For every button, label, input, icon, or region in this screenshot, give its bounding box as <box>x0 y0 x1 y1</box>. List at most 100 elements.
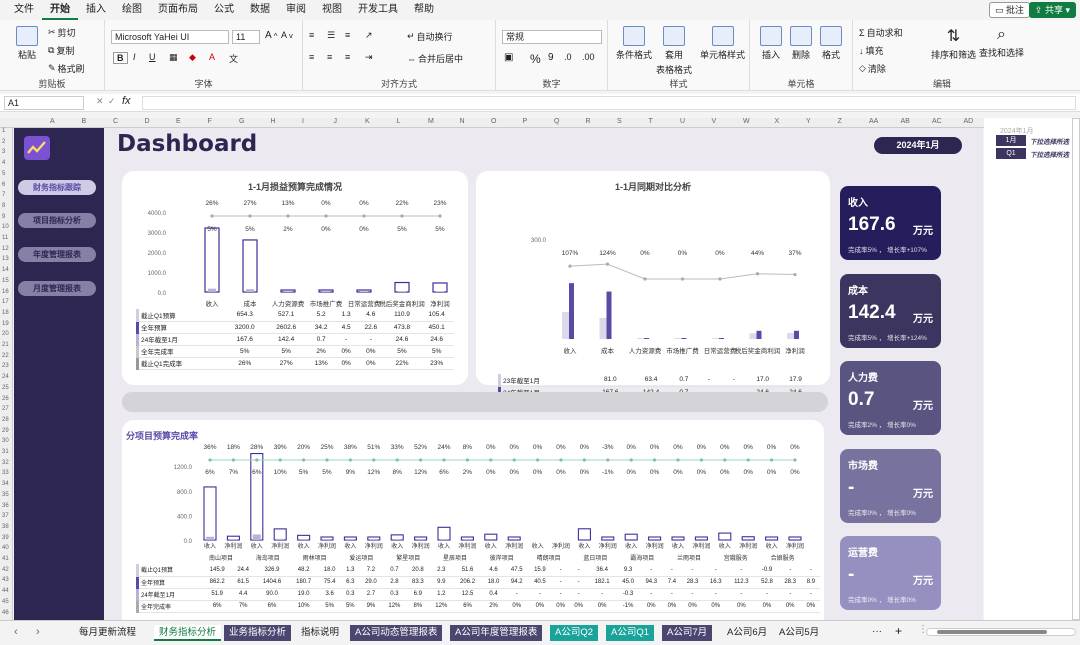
table-cell: - <box>778 588 802 601</box>
cut-button[interactable]: ✂ 剪切 <box>48 26 76 39</box>
font-name-select[interactable]: Microsoft YaHei UI <box>111 30 229 44</box>
menu-tab-10[interactable]: 帮助 <box>406 0 442 20</box>
full-year-bar <box>204 227 220 293</box>
share-button[interactable]: ⇪ 共享 ▾ <box>1028 2 1076 18</box>
conditional-format-button[interactable]: 条件格式 <box>616 26 652 61</box>
menu-tab-9[interactable]: 开发工具 <box>350 0 406 20</box>
align-left-icon[interactable]: ≡ <box>309 52 314 62</box>
format-painter-button[interactable]: ✎ 格式刷 <box>48 62 85 75</box>
sheet-tab[interactable]: A公司年度管理报表 <box>450 625 543 641</box>
add-sheet-button[interactable]: + <box>895 624 902 638</box>
bold-button[interactable]: B <box>113 52 128 64</box>
menu-tab-6[interactable]: 数据 <box>242 0 278 20</box>
clear-button[interactable]: ◇ 清除 <box>859 62 886 75</box>
horizontal-scroll-thumb[interactable] <box>937 630 1047 634</box>
nav-annual-report[interactable]: 年度管理报表 <box>18 247 96 262</box>
insert-cells-button[interactable]: 插入 <box>760 26 782 61</box>
align-middle-icon[interactable]: ☰ <box>327 30 335 41</box>
underline-button[interactable]: U <box>149 52 156 62</box>
menu-tab-5[interactable]: 公式 <box>206 0 242 20</box>
kpi-card[interactable]: 市场费 - 万元 完成率0% ， 增长率0% <box>840 448 941 523</box>
nav-project-analysis[interactable]: 项目指标分析 <box>18 213 96 228</box>
delete-cells-button[interactable]: 删除 <box>790 26 812 61</box>
align-center-icon[interactable]: ≡ <box>327 52 332 62</box>
autosum-button[interactable]: Σ 自动求和 <box>859 26 903 39</box>
month-filter[interactable]: 1月 <box>996 135 1026 146</box>
border-icon[interactable]: ▦ <box>169 52 178 63</box>
horizontal-scrollbar[interactable] <box>926 628 1076 636</box>
sheet-tab[interactable]: A公司Q2 <box>550 625 599 641</box>
next-sheet-icon[interactable]: › <box>36 626 40 638</box>
orientation-icon[interactable]: ↗ <box>365 30 373 41</box>
paste-button[interactable]: 粘贴 <box>16 26 38 61</box>
comment-button[interactable]: ▭ 批注 <box>988 2 1030 18</box>
format-as-table-button[interactable]: 套用 表格格式 <box>656 26 692 76</box>
menu-tab-3[interactable]: 绘图 <box>114 0 150 20</box>
decrease-font-button[interactable]: Av <box>281 30 293 40</box>
actual-bar <box>206 536 214 540</box>
percent-icon[interactable]: % <box>530 52 541 66</box>
confirm-icon[interactable]: ✓ <box>108 96 116 107</box>
menu-tab-0[interactable]: 文件 <box>6 0 42 20</box>
find-select-button[interactable]: ⌕ 查找和选择 <box>979 26 1024 59</box>
formula-input[interactable] <box>142 96 1076 110</box>
menu-tab-2[interactable]: 插入 <box>78 0 114 20</box>
sheet-tab[interactable]: A公司5月 <box>774 625 824 641</box>
function-icon[interactable]: fx <box>122 95 131 107</box>
sheet-tab[interactable]: A公司6月 <box>722 625 772 641</box>
nav-finance-tracking[interactable]: 财务指标跟踪 <box>18 180 96 195</box>
curr-year-bar <box>794 330 799 339</box>
format-cells-button[interactable]: 格式 <box>820 26 842 61</box>
sheet-tab[interactable]: 每月更新流程 <box>74 625 141 641</box>
month-filter-note: 下拉选择所选 <box>1030 139 1069 146</box>
indent-icon[interactable]: ⇥ <box>365 52 373 63</box>
vertical-scrollbar[interactable] <box>1072 118 1080 620</box>
nav-monthly-report[interactable]: 月度管理报表 <box>18 281 96 296</box>
right-cells: 2024年1月 1月 下拉选择所选 Q1 下拉选择所选 <box>984 118 1080 620</box>
row-header: 19 <box>2 320 9 327</box>
sheet-tab[interactable]: A公司动态管理报表 <box>350 625 443 641</box>
name-box[interactable]: A1 <box>4 96 84 110</box>
font-color-icon[interactable]: A <box>209 52 215 62</box>
prev-sheet-icon[interactable]: ‹ <box>14 626 18 638</box>
cell-styles-button[interactable]: 单元格样式 <box>700 26 745 61</box>
kpi-card[interactable]: 收入 167.6 万元 完成率5% ， 增长率+107% <box>840 186 941 260</box>
project-label: 雨林项目 <box>303 554 327 562</box>
menu-tab-1[interactable]: 开始 <box>42 1 78 20</box>
cancel-icon[interactable]: ✕ <box>96 96 104 107</box>
sheet-tab[interactable]: 业务指标分析 <box>224 625 292 641</box>
q1-rate-label: 0% <box>650 444 660 451</box>
quarter-filter[interactable]: Q1 <box>996 148 1026 159</box>
wrap-text-button[interactable]: ↵ 自动换行 <box>407 30 453 43</box>
fill-color-icon[interactable]: ◆ <box>189 52 196 63</box>
increase-decimal-icon[interactable]: .0 <box>564 52 572 62</box>
number-format-select[interactable]: 常规 <box>502 30 602 44</box>
kpi-card[interactable]: 人力费 0.7 万元 完成率2% ， 增长率0% <box>840 361 941 435</box>
align-right-icon[interactable]: ≡ <box>345 52 350 62</box>
italic-button[interactable]: I <box>133 52 136 62</box>
font-size-select[interactable]: 11 <box>232 30 260 44</box>
table-cell: 90.0 <box>254 588 290 601</box>
sheet-tab[interactable]: A公司Q1 <box>606 625 655 641</box>
sheet-tab[interactable]: A公司7月 <box>662 625 713 641</box>
currency-icon[interactable]: ▣ <box>504 52 513 63</box>
more-sheets-button[interactable]: ··· <box>872 626 882 637</box>
sort-filter-button[interactable]: ⇅ 排序和筛选 <box>931 26 976 61</box>
comma-icon[interactable]: 9 <box>548 52 554 63</box>
copy-button[interactable]: ⧉ 复制 <box>48 44 74 57</box>
phonetic-icon[interactable]: 文 <box>229 52 238 65</box>
kpi-card[interactable]: 运营费 - 万元 完成率0% ， 增长率0% <box>840 536 941 610</box>
align-top-icon[interactable]: ≡ <box>309 30 314 40</box>
menu-tab-8[interactable]: 视图 <box>314 0 350 20</box>
sheet-tab[interactable]: 财务指标分析 <box>154 625 222 641</box>
decrease-decimal-icon[interactable]: .00 <box>582 52 595 62</box>
merge-center-button[interactable]: ⇔ 合并后居中 <box>407 52 463 65</box>
fill-button[interactable]: ↓ 填充 <box>859 44 884 57</box>
date-selector[interactable]: 2024年1月 <box>874 137 962 154</box>
menu-tab-7[interactable]: 审阅 <box>278 0 314 20</box>
sheet-tab[interactable]: 指标说明 <box>296 625 344 641</box>
increase-font-button[interactable]: A ^ <box>265 30 278 41</box>
menu-tab-4[interactable]: 页面布局 <box>150 0 206 20</box>
kpi-card[interactable]: 成本 142.4 万元 完成率5% ， 增长率+124% <box>840 273 941 348</box>
align-bottom-icon[interactable]: ≡ <box>345 30 350 40</box>
